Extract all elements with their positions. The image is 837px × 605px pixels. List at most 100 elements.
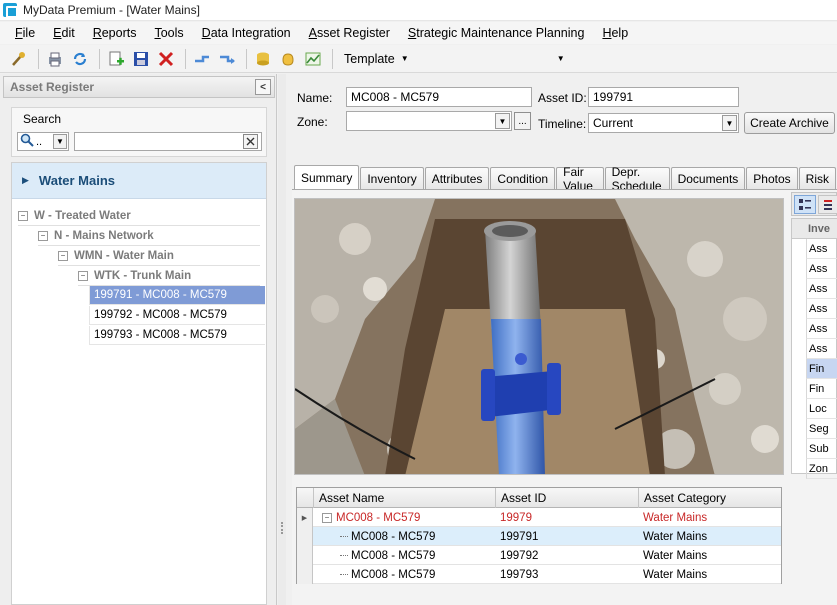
template-menu[interactable]: Template ▼ — [338, 48, 415, 70]
tab-fair-value[interactable]: Fair Value — [556, 165, 604, 193]
collapse-icon[interactable]: − — [78, 271, 88, 281]
menu-label: ools — [160, 26, 184, 40]
menu-label: ile — [22, 26, 36, 40]
chart-icon[interactable] — [302, 48, 324, 70]
asset-id-label: Asset ID: — [538, 91, 587, 105]
search-type-select[interactable]: .. ▼ — [17, 132, 69, 151]
tree-node[interactable]: − W - Treated Water — [18, 207, 260, 226]
expand-arrow-icon: ▶ — [22, 175, 29, 185]
property-row[interactable]: Fin — [806, 359, 837, 379]
tab-inventory[interactable]: Inventory — [360, 167, 424, 189]
tab-summary[interactable]: Summary — [294, 165, 360, 189]
tab-condition[interactable]: Condition — [490, 167, 556, 189]
hand-icon[interactable] — [277, 48, 299, 70]
tree-node[interactable]: − WTK - Trunk Main — [78, 267, 260, 286]
menu-data-integration[interactable]: Data Integration — [202, 26, 291, 40]
collapse-panel-button[interactable]: < — [255, 79, 271, 95]
menu-edit[interactable]: Edit — [53, 26, 75, 40]
table-row[interactable]: MC008 - MC579 199792 Water Mains — [297, 546, 781, 565]
tree-leaf[interactable]: 199792 - MC008 - MC579 — [89, 306, 265, 325]
add-icon[interactable] — [105, 48, 127, 70]
search-input[interactable] — [74, 132, 262, 151]
timeline-select[interactable]: Current ▼ — [588, 113, 739, 133]
table-row[interactable]: MC008 - MC579 199793 Water Mains — [297, 565, 781, 584]
tree-root-water-mains[interactable]: ▶ Water Mains — [12, 163, 266, 199]
zone-browse-button[interactable]: ... — [514, 112, 531, 130]
chevron-down-icon[interactable]: ▼ — [722, 115, 737, 131]
collapse-icon[interactable]: − — [38, 231, 48, 241]
property-row[interactable]: Seg — [806, 419, 837, 439]
asset-name-text: MC008 - MC579 — [351, 530, 436, 543]
tree-leaf[interactable]: 199791 - MC008 - MC579 — [89, 286, 265, 305]
tab-depr-schedule[interactable]: Depr. Schedule — [604, 165, 670, 193]
property-row[interactable]: Ass — [806, 279, 837, 299]
alphabetical-view-button[interactable] — [818, 195, 837, 214]
categorized-view-button[interactable] — [794, 195, 816, 214]
database-icon[interactable] — [252, 48, 274, 70]
property-row[interactable]: Sub — [806, 439, 837, 459]
grid-header: Asset Name Asset ID Asset Category — [297, 488, 781, 508]
move-left-icon[interactable] — [191, 48, 213, 70]
sort-az-icon — [824, 199, 832, 210]
template-combo[interactable]: ▼ — [419, 49, 569, 69]
tree-node[interactable]: − WMN - Water Main — [58, 247, 260, 266]
property-row[interactable]: Zon — [806, 459, 837, 479]
timeline-label: Timeline: — [538, 117, 587, 131]
menu-help[interactable]: Help — [602, 26, 628, 40]
menu-file[interactable]: File — [15, 26, 35, 40]
tab-documents[interactable]: Documents — [670, 167, 746, 189]
property-row[interactable]: Ass — [806, 259, 837, 279]
tab-attributes[interactable]: Attributes — [424, 167, 490, 189]
col-asset-category[interactable]: Asset Category — [638, 488, 781, 508]
name-field[interactable]: MC008 - MC579 — [346, 87, 532, 107]
menu-reports[interactable]: Reports — [93, 26, 137, 40]
tab-photos[interactable]: Photos — [746, 167, 798, 189]
table-row[interactable]: ▶ − MC008 - MC579 19979 Water Mains — [297, 508, 781, 527]
move-right-icon[interactable] — [216, 48, 238, 70]
menu-label: eports — [101, 26, 137, 40]
inventory-group-header[interactable]: Inve — [792, 219, 837, 239]
menu-label: trategic Maintenance Planning — [416, 26, 585, 40]
property-row[interactable]: Loc — [806, 399, 837, 419]
search-label: Search — [23, 112, 62, 126]
create-archive-button[interactable]: Create Archive — [744, 112, 835, 134]
collapse-icon[interactable]: − — [18, 211, 28, 221]
tree-node[interactable]: − N - Mains Network — [38, 227, 260, 246]
property-row[interactable]: Ass — [806, 339, 837, 359]
tree-node-label: WTK - Trunk Main — [94, 270, 192, 282]
tree-node-label: WMN - Water Main — [74, 250, 174, 262]
collapse-icon[interactable]: − — [322, 512, 332, 523]
inventory-side-panel: Inve Ass Ass Ass Ass Ass Ass Fin Fin Loc Seg Sub Zo… — [791, 192, 837, 479]
property-row[interactable]: Fin — [806, 379, 837, 399]
chevron-down-icon[interactable]: ▼ — [495, 113, 510, 129]
menu-mnemonic: E — [53, 26, 62, 40]
zone-select[interactable]: ▼ — [346, 111, 512, 131]
delete-icon[interactable] — [155, 48, 177, 70]
chevron-down-icon[interactable]: ▼ — [53, 134, 67, 149]
save-icon[interactable] — [130, 48, 152, 70]
categorized-icon — [799, 198, 811, 210]
menu-strategic-maintenance-planning[interactable]: Strategic Maintenance Planning — [408, 26, 585, 40]
print-icon[interactable] — [44, 48, 66, 70]
menu-bar: File Edit Reports Tools Data Integration Asse… — [0, 22, 837, 44]
asset-photo — [294, 198, 784, 475]
asset-id-field[interactable]: 199791 — [588, 87, 739, 107]
refresh-icon[interactable] — [69, 48, 91, 70]
menu-tools[interactable]: Tools — [154, 26, 183, 40]
property-row[interactable]: Ass — [806, 299, 837, 319]
table-row[interactable]: MC008 - MC579 199791 Water Mains — [297, 527, 781, 546]
panel-splitter[interactable] — [278, 74, 286, 605]
toolbar-separator — [99, 48, 100, 69]
wizard-icon[interactable] — [8, 48, 30, 70]
menu-label: elp — [611, 26, 629, 40]
col-asset-id[interactable]: Asset ID — [495, 488, 638, 508]
clear-search-button[interactable] — [243, 134, 258, 149]
menu-asset-register[interactable]: Asset Register — [309, 26, 390, 40]
tab-risk[interactable]: Risk — [798, 167, 836, 189]
property-row[interactable]: Ass — [806, 239, 837, 259]
zone-label: Zone: — [297, 115, 328, 129]
collapse-icon[interactable]: − — [58, 251, 68, 261]
col-asset-name[interactable]: Asset Name — [313, 488, 495, 508]
tree-leaf[interactable]: 199793 - MC008 - MC579 — [89, 326, 265, 345]
property-row[interactable]: Ass — [806, 319, 837, 339]
